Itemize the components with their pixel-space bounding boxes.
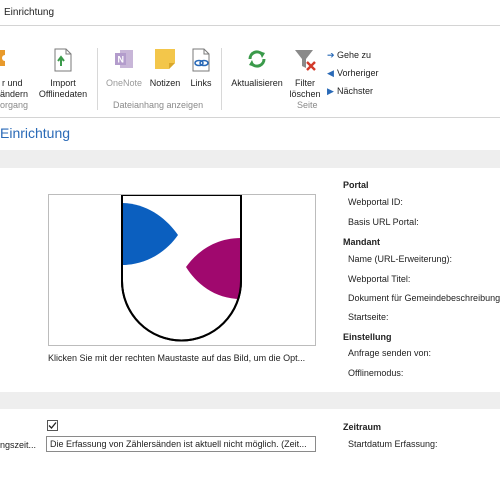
zeitraum-header: Zeitraum <box>343 422 382 432</box>
next-button[interactable]: ▶ Nächster <box>327 86 373 97</box>
svg-text:N: N <box>118 55 125 65</box>
group-label-vorgang: organg <box>0 100 29 110</box>
group-label-seite: Seite <box>297 100 318 110</box>
edit-button-label-2: ändern <box>0 89 29 99</box>
aktualisieren-button[interactable]: Aktualisieren <box>228 48 286 88</box>
window-title: Einrichtung <box>4 7 55 18</box>
import-label-2: Offlinedaten <box>38 89 88 99</box>
erfassung-label: ngszeit... <box>0 440 37 450</box>
page-title: Einrichtung <box>0 125 71 141</box>
field-dokument: Dokument für Gemeindebeschreibung <box>348 293 500 303</box>
section-band-general <box>0 150 500 168</box>
goto-label: Gehe zu <box>337 50 372 60</box>
filter-loeschen-button[interactable]: Filter löschen <box>288 48 322 99</box>
import-label-1: Import <box>50 78 76 88</box>
refresh-icon <box>246 48 268 73</box>
clear-filter-icon <box>293 48 317 75</box>
edit-button-label-1: r und <box>2 78 23 88</box>
previous-button[interactable]: ◀ Vorheriger <box>327 68 379 79</box>
image-caption: Klicken Sie mit der rechten Maustaste au… <box>48 353 306 363</box>
field-basis-url: Basis URL Portal: <box>348 217 419 227</box>
onenote-label: OneNote <box>105 78 143 88</box>
field-offlinemodus: Offlinemodus: <box>348 368 404 378</box>
previous-label: Vorheriger <box>337 68 379 78</box>
document-import-icon <box>53 48 73 75</box>
note-icon <box>154 48 176 73</box>
ribbon-separator <box>97 48 98 110</box>
coat-of-arms-image <box>121 195 242 342</box>
field-startdatum: Startdatum Erfassung: <box>348 439 438 449</box>
ribbon-separator <box>221 48 222 110</box>
arrow-right-icon: ➔ <box>327 50 335 60</box>
filter-label-1: Filter <box>295 78 315 88</box>
triangle-left-icon: ◀ <box>327 68 334 78</box>
aktualisieren-label: Aktualisieren <box>231 78 283 88</box>
import-offline-button[interactable]: Import Offlinedaten <box>36 48 90 99</box>
title-bar: Einrichtung <box>0 0 500 26</box>
notizen-label: Notizen <box>149 78 181 88</box>
erfassung-checkbox[interactable] <box>47 420 58 431</box>
field-startseite: Startseite: <box>348 312 389 322</box>
links-button[interactable]: Links <box>186 48 216 88</box>
links-label: Links <box>190 78 212 88</box>
onenote-icon: N <box>114 48 134 73</box>
field-webportal-id: Webportal ID: <box>348 197 403 207</box>
goto-button[interactable]: ➔ Gehe zu <box>327 50 371 61</box>
notizen-button[interactable]: Notizen <box>146 48 184 88</box>
gear-icon <box>0 48 10 71</box>
mandant-header: Mandant <box>343 237 380 247</box>
next-label: Nächster <box>337 86 374 96</box>
erfassung-text-field[interactable]: Die Erfassung von Zählersänden ist aktue… <box>46 436 316 452</box>
filter-label-2: löschen <box>289 89 321 99</box>
field-name-url: Name (URL-Erweiterung): <box>348 254 453 264</box>
checkmark-icon <box>48 422 57 429</box>
edit-button[interactable]: r und ändern <box>0 48 34 99</box>
group-label-dateianhang: Dateianhang anzeigen <box>113 100 204 110</box>
portal-header: Portal <box>343 180 369 190</box>
field-webportal-titel: Webportal Titel: <box>348 274 411 284</box>
image-frame[interactable] <box>48 194 316 346</box>
einstellung-header: Einstellung <box>343 332 392 342</box>
field-anfrage-senden: Anfrage senden von: <box>348 348 432 358</box>
section-band-erfassung <box>0 392 500 409</box>
link-icon <box>191 48 211 75</box>
triangle-right-icon: ▶ <box>327 86 334 96</box>
onenote-button[interactable]: N OneNote <box>103 48 145 88</box>
